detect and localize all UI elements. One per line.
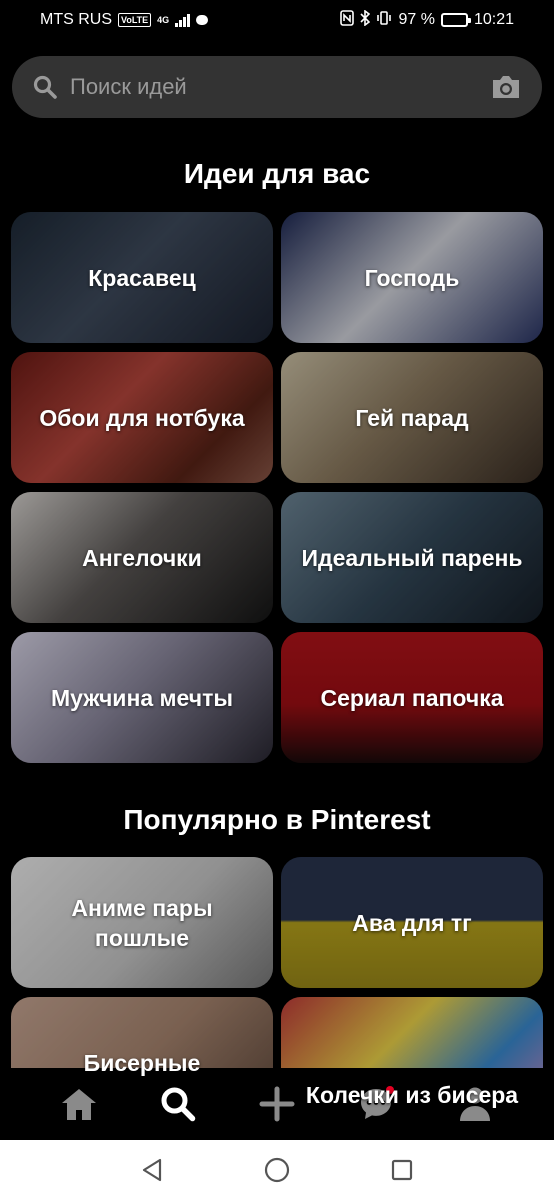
popular-tile-label: Аниме пары пошлые xyxy=(71,894,213,951)
volte-badge: VoLTE xyxy=(118,13,152,27)
search-icon xyxy=(33,75,57,99)
home-icon xyxy=(62,1089,97,1120)
recents-button[interactable] xyxy=(382,1150,422,1190)
idea-tile[interactable]: Идеальный парень xyxy=(281,492,543,623)
back-triangle-icon xyxy=(143,1158,162,1182)
idea-tile-label: Ангелочки xyxy=(82,544,202,571)
clock: 10:21 xyxy=(473,11,514,28)
back-button[interactable] xyxy=(132,1150,172,1190)
idea-tile-label: Мужчина мечты xyxy=(50,684,234,711)
status-right: 97 % 10:21 xyxy=(340,8,514,31)
idea-tile[interactable]: Господь xyxy=(281,212,543,343)
idea-tile-label: Сериал папочка xyxy=(320,684,504,711)
status-bar: MTS RUS VoLTE 4G 97 % 10:21 xyxy=(0,0,554,40)
popular-tile-label: Ава для тг xyxy=(352,909,472,936)
search-bar[interactable] xyxy=(12,56,542,118)
network-type: 4G xyxy=(157,14,170,25)
search-icon xyxy=(161,1087,196,1122)
camera-icon[interactable] xyxy=(490,73,522,101)
idea-tile-label: Красавец xyxy=(88,264,196,291)
idea-tile[interactable]: Мужчина мечты xyxy=(11,632,273,763)
vibrate-icon xyxy=(376,10,392,31)
idea-tile-label: Господь xyxy=(364,264,460,291)
signal-icon xyxy=(175,13,191,27)
battery-percent: 97 % xyxy=(398,11,435,28)
idea-tile-label: Обои для нотбука xyxy=(39,404,245,431)
popular-tile[interactable]: Ава для тг xyxy=(281,857,543,988)
bluetooth-icon xyxy=(360,8,371,31)
recents-square-icon xyxy=(391,1159,412,1181)
nav-search[interactable] xyxy=(148,1074,208,1134)
popular-tile-label: Бисерные xyxy=(83,1049,201,1076)
popular-tile[interactable]: Аниме пары пошлые xyxy=(11,857,273,988)
section-title-popular: Популярно в Pinterest xyxy=(123,804,431,835)
home-button[interactable] xyxy=(257,1150,297,1190)
idea-tile[interactable]: Сериал папочка xyxy=(281,632,543,763)
chat-notification-icon xyxy=(196,15,209,25)
idea-tile[interactable]: Красавец xyxy=(11,212,273,343)
idea-tile[interactable]: Гей парад xyxy=(281,352,543,483)
idea-tile-label: Гей парад xyxy=(355,404,469,431)
carrier-name: MTS RUS xyxy=(40,11,112,28)
nav-home[interactable] xyxy=(49,1074,109,1134)
idea-tile-label: Идеальный парень xyxy=(301,544,523,571)
plus-icon xyxy=(259,1086,295,1122)
idea-tile[interactable]: Обои для нотбука xyxy=(11,352,273,483)
section-title-ideas: Идеи для вас xyxy=(183,158,371,189)
popular-tile-label: Колечки из бисера xyxy=(305,1081,519,1108)
search-input[interactable] xyxy=(70,74,490,100)
status-left: MTS RUS VoLTE 4G xyxy=(40,11,209,29)
system-nav-bar xyxy=(0,1140,554,1200)
nfc-icon xyxy=(340,9,355,31)
home-circle-icon xyxy=(264,1157,290,1183)
battery-icon xyxy=(440,13,471,27)
popular-tile[interactable]: Колечки из бисера xyxy=(281,997,543,1128)
idea-tile[interactable]: Ангелочки xyxy=(11,492,273,623)
